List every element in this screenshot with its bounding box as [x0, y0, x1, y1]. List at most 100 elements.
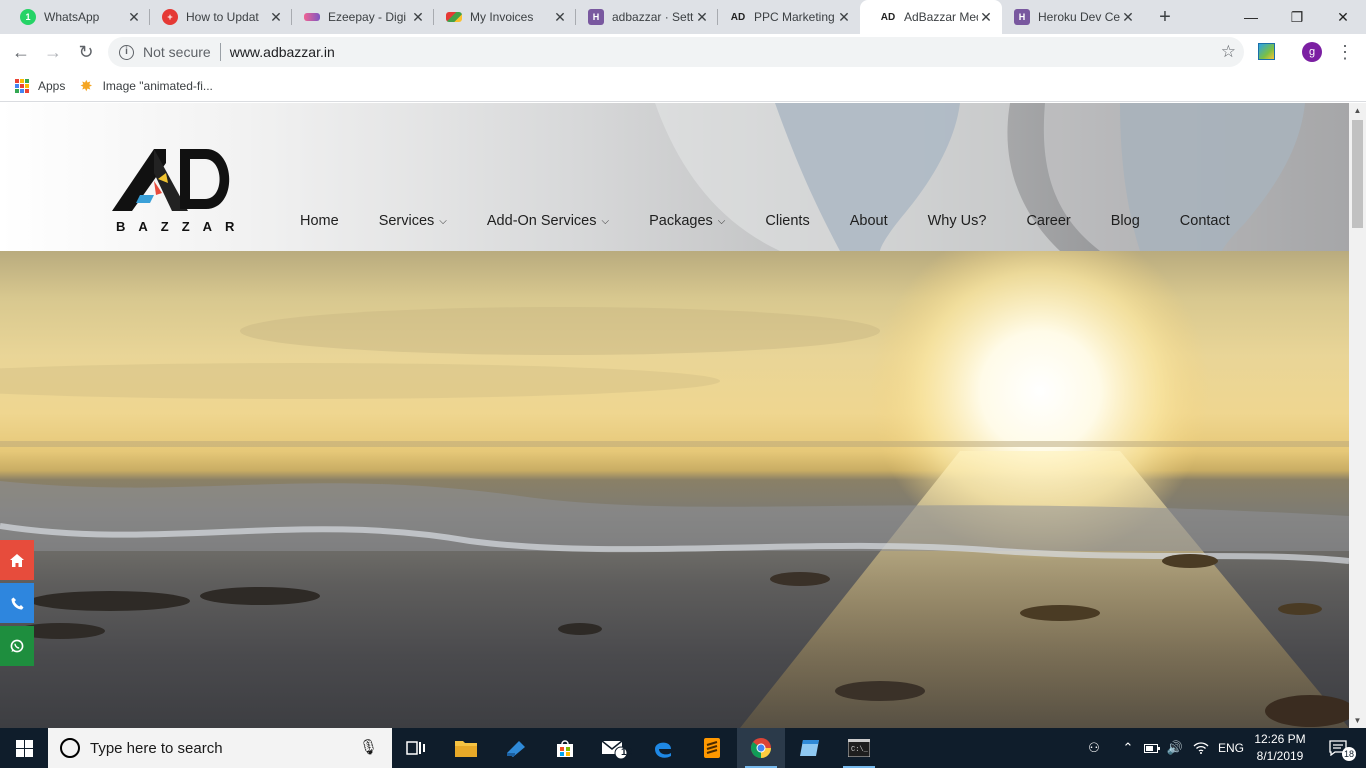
store-button[interactable]: [541, 728, 589, 768]
mail-badge: 12: [621, 747, 633, 758]
close-icon[interactable]: ✕: [126, 9, 142, 26]
close-icon[interactable]: ✕: [552, 9, 568, 26]
bookmark-label: Image "animated-fi...: [102, 79, 213, 93]
tab-title: How to Updat: [186, 10, 259, 24]
chrome-menu-icon[interactable]: ⋮: [1336, 41, 1354, 63]
bookmark-image[interactable]: ✸ Image "animated-fi...: [80, 77, 213, 95]
nav-label: Services: [378, 213, 435, 229]
nav-services[interactable]: Services ⌵: [379, 213, 447, 229]
minimize-button[interactable]: —: [1228, 0, 1274, 34]
chevron-down-icon: ⌵: [439, 215, 447, 227]
nav-label: Career: [1026, 213, 1071, 229]
tab-heroku-dev[interactable]: H Heroku Dev Ce ✕: [994, 0, 1144, 34]
bookmark-star-icon[interactable]: ☆: [1221, 42, 1236, 62]
divider: [219, 43, 221, 61]
main-nav: Home Services ⌵ Add-On Services ⌵ Packag…: [300, 213, 1230, 229]
nav-label: Home: [300, 213, 339, 229]
nav-home[interactable]: Home: [300, 213, 339, 229]
notification-count: 18: [1342, 747, 1356, 761]
nav-label: Packages: [649, 213, 713, 229]
float-phone-button[interactable]: [0, 583, 34, 623]
clock[interactable]: 12:26 PM 8/1/2019: [1252, 731, 1308, 765]
svg-text:BAZZAR: BAZZAR: [116, 219, 240, 234]
back-button[interactable]: ←: [10, 41, 32, 63]
forward-button[interactable]: →: [42, 41, 64, 63]
float-whatsapp-button[interactable]: [0, 626, 34, 666]
volume-icon[interactable]: 🔊: [1164, 728, 1186, 768]
tab-title: WhatsApp: [44, 10, 100, 24]
scroll-up-arrow[interactable]: ▲: [1349, 103, 1366, 118]
ad-logo-icon: AD: [730, 11, 746, 23]
heroku-icon: H: [588, 9, 604, 25]
edge-button[interactable]: [639, 728, 687, 768]
address-bar[interactable]: i Not secure www.adbazzar.in ☆: [108, 37, 1244, 67]
tab-ppc-marketing[interactable]: AD PPC Marketing ✕: [710, 0, 860, 34]
tab-ezeepay[interactable]: Ezeepay - Digi ✕: [284, 0, 434, 34]
nav-about[interactable]: About: [850, 213, 888, 229]
nav-packages[interactable]: Packages ⌵: [649, 213, 725, 229]
tab-adbazzar-settings[interactable]: H adbazzar · Sett ✕: [568, 0, 718, 34]
ad-logo-icon: AD: [880, 11, 896, 23]
task-view-button[interactable]: [392, 728, 440, 768]
nav-label: Clients: [765, 213, 810, 229]
bookmark-apps[interactable]: Apps: [15, 77, 65, 95]
mail-button[interactable]: 12: [590, 728, 638, 768]
close-icon[interactable]: ✕: [978, 9, 994, 26]
scroll-thumb[interactable]: [1352, 120, 1363, 228]
language-indicator[interactable]: ENG: [1214, 728, 1248, 768]
start-button[interactable]: [0, 728, 48, 768]
tab-title: adbazzar · Sett: [612, 10, 694, 24]
heroku-icon: H: [1014, 9, 1030, 25]
chrome-button[interactable]: [737, 728, 785, 768]
blue-app-icon: [507, 741, 525, 757]
sublime-button[interactable]: [688, 728, 736, 768]
tab-how-to-update[interactable]: + How to Updat ✕: [142, 0, 292, 34]
taskbar-search[interactable]: Type here to search 🎙: [48, 728, 392, 768]
close-icon[interactable]: ✕: [410, 9, 426, 26]
people-icon[interactable]: ⚇: [1082, 728, 1106, 768]
adbazzar-logo[interactable]: BAZZAR: [110, 143, 240, 235]
nav-add-on-services[interactable]: Add-On Services ⌵: [487, 213, 609, 229]
command-prompt-icon: C:\_: [848, 739, 870, 757]
sunset-scene: [0, 251, 1349, 728]
new-tab-button[interactable]: +: [1153, 6, 1177, 28]
edge-icon: [655, 742, 671, 758]
battery-icon[interactable]: [1142, 728, 1162, 768]
reload-button[interactable]: ↻: [75, 41, 97, 63]
app-button[interactable]: [492, 728, 540, 768]
float-home-button[interactable]: [0, 540, 34, 580]
action-center-button[interactable]: 18: [1318, 728, 1358, 768]
microphone-icon[interactable]: 🎙: [359, 738, 378, 756]
close-icon[interactable]: ✕: [694, 9, 710, 26]
scroll-down-arrow[interactable]: ▼: [1349, 713, 1366, 728]
chevron-up-icon[interactable]: ⌃: [1118, 728, 1138, 768]
page-scrollbar[interactable]: ▲ ▼: [1349, 103, 1366, 728]
pen-app-button[interactable]: [786, 728, 834, 768]
tab-title: Heroku Dev Ce: [1038, 10, 1120, 24]
info-icon[interactable]: i: [119, 44, 134, 60]
tab-whatsapp[interactable]: 1 WhatsApp ✕: [0, 0, 150, 34]
nav-clients[interactable]: Clients: [765, 213, 809, 229]
folder-icon: [455, 741, 477, 757]
tab-my-invoices[interactable]: My Invoices ✕: [426, 0, 576, 34]
profile-avatar[interactable]: g: [1302, 42, 1322, 62]
close-icon[interactable]: ✕: [268, 9, 284, 26]
url-text[interactable]: www.adbazzar.in: [230, 44, 335, 60]
nav-career[interactable]: Career: [1026, 213, 1070, 229]
close-icon[interactable]: ✕: [1120, 9, 1136, 26]
tab-title: AdBazzar Med: [904, 10, 978, 24]
tab-adbazzar-media[interactable]: AD AdBazzar Med ✕: [860, 0, 1002, 34]
extension-icon[interactable]: [1258, 43, 1275, 60]
wifi-icon[interactable]: [1190, 728, 1212, 768]
nav-blog[interactable]: Blog: [1111, 213, 1140, 229]
nav-why-us[interactable]: Why Us?: [928, 213, 987, 229]
nav-contact[interactable]: Contact: [1180, 213, 1230, 229]
restore-button[interactable]: ❐: [1274, 0, 1320, 34]
cortana-icon: [60, 738, 80, 758]
file-explorer-button[interactable]: [442, 728, 490, 768]
nav-label: Blog: [1110, 213, 1140, 229]
cmd-button[interactable]: C:\_: [835, 728, 883, 768]
tab-title: Ezeepay - Digi: [328, 10, 407, 24]
close-icon[interactable]: ✕: [836, 9, 852, 26]
window-close-button[interactable]: ✕: [1320, 0, 1366, 34]
